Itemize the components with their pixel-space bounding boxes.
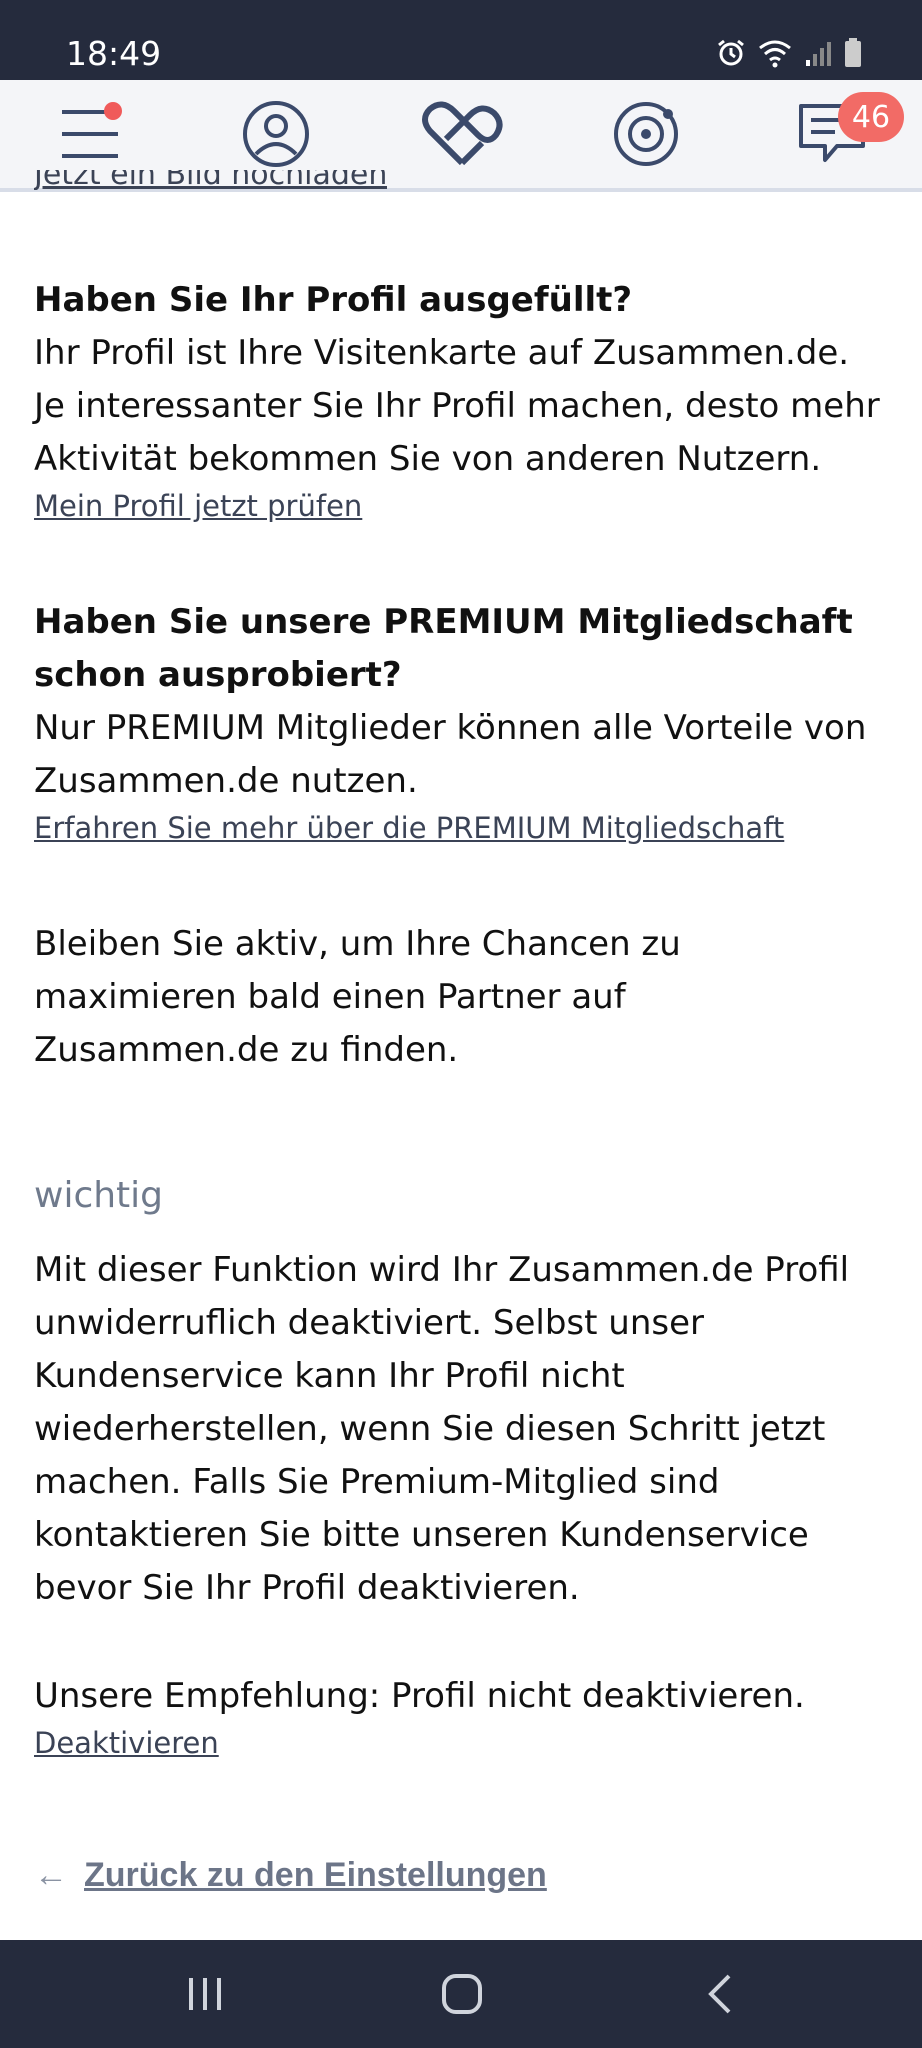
premium-section-title-1: Haben Sie unsere PREMIUM Mitgliedschaft (34, 602, 853, 642)
radar-button[interactable] (586, 80, 706, 188)
check-profile-link[interactable]: Mein Profil jetzt prüfen (34, 486, 362, 526)
important-section: wichtig Mit dieser Funktion wird Ihr Zus… (34, 1168, 898, 1615)
user-profile-icon (243, 101, 309, 167)
premium-section-title-2: schon ausprobiert? (34, 655, 402, 695)
recent-apps-button[interactable] (145, 1940, 265, 2048)
battery-icon (845, 38, 861, 67)
notification-dot (104, 102, 122, 120)
heart-infinity-icon (422, 101, 503, 166)
recent-apps-icon (189, 1978, 221, 2010)
important-line-3: Kundenservice kann Ihr Profil nicht (34, 1356, 625, 1396)
wifi-icon (759, 40, 791, 68)
premium-section: Haben Sie unsere PREMIUM Mitgliedschaft … (34, 596, 898, 848)
back-chevron-icon (708, 1974, 731, 2014)
premium-section-line-2: Zusammen.de nutzen. (34, 761, 418, 801)
important-line-1: Mit dieser Funktion wird Ihr Zusammen.de… (34, 1250, 850, 1290)
stay-active-line-2: maximieren bald einen Partner auf (34, 977, 626, 1017)
stay-active-line-1: Bleiben Sie aktiv, um Ihre Chancen zu (34, 924, 681, 964)
important-line-2: unwiderruflich deaktiviert. Selbst unser (34, 1303, 704, 1343)
recommendation-text: Unsere Empfehlung: Profil nicht deaktivi… (34, 1676, 805, 1716)
profile-section-line-2: Je interessanter Sie Ihr Profil machen, … (34, 386, 880, 426)
status-bar: 18:49 (0, 0, 922, 80)
home-button[interactable] (402, 1940, 522, 2048)
messages-badge: 46 (838, 92, 904, 142)
profile-section-title: Haben Sie Ihr Profil ausgefüllt? (34, 280, 633, 320)
profile-section: Haben Sie Ihr Profil ausgefüllt? Ihr Pro… (34, 274, 898, 526)
important-line-6: kontaktieren Sie bitte unseren Kundenser… (34, 1515, 809, 1555)
signal-icon (806, 42, 831, 66)
match-button[interactable] (402, 80, 522, 188)
premium-section-line-1: Nur PREMIUM Mitglieder können alle Vorte… (34, 708, 867, 748)
stay-active-section: Bleiben Sie aktiv, um Ihre Chancen zu ma… (34, 918, 898, 1077)
status-time: 18:49 (66, 34, 162, 73)
back-arrow-icon: ← (34, 1856, 68, 1894)
back-to-settings-link[interactable]: Zurück zu den Einstellungen (84, 1856, 547, 1895)
status-icons (716, 36, 862, 70)
back-button[interactable] (660, 1940, 780, 2048)
profile-section-line-1: Ihr Profil ist Ihre Visitenkarte auf Zus… (34, 333, 850, 373)
back-to-settings[interactable]: ← Zurück zu den Einstellungen (34, 1856, 547, 1895)
deactivate-link[interactable]: Deaktivieren (34, 1723, 219, 1763)
radar-icon (614, 102, 678, 166)
important-label: wichtig (34, 1175, 164, 1216)
important-line-5: machen. Falls Sie Premium-Mitglied sind (34, 1462, 720, 1502)
profile-section-line-3: Aktivität bekommen Sie von anderen Nutze… (34, 439, 822, 479)
home-icon (442, 1974, 482, 2014)
system-navigation-bar (0, 1940, 922, 2048)
important-line-7: bevor Sie Ihr Profil deaktivieren. (34, 1568, 580, 1608)
important-line-4: wiederherstellen, wenn Sie diesen Schrit… (34, 1409, 826, 1449)
alarm-icon (718, 39, 744, 66)
upload-photo-link[interactable]: Jetzt ein Bild hochladen (34, 170, 387, 190)
premium-info-link[interactable]: Erfahren Sie mehr über die PREMIUM Mitgl… (34, 808, 784, 848)
stay-active-line-3: Zusammen.de zu finden. (34, 1030, 459, 1070)
recommendation-section: Unsere Empfehlung: Profil nicht deaktivi… (34, 1670, 898, 1763)
